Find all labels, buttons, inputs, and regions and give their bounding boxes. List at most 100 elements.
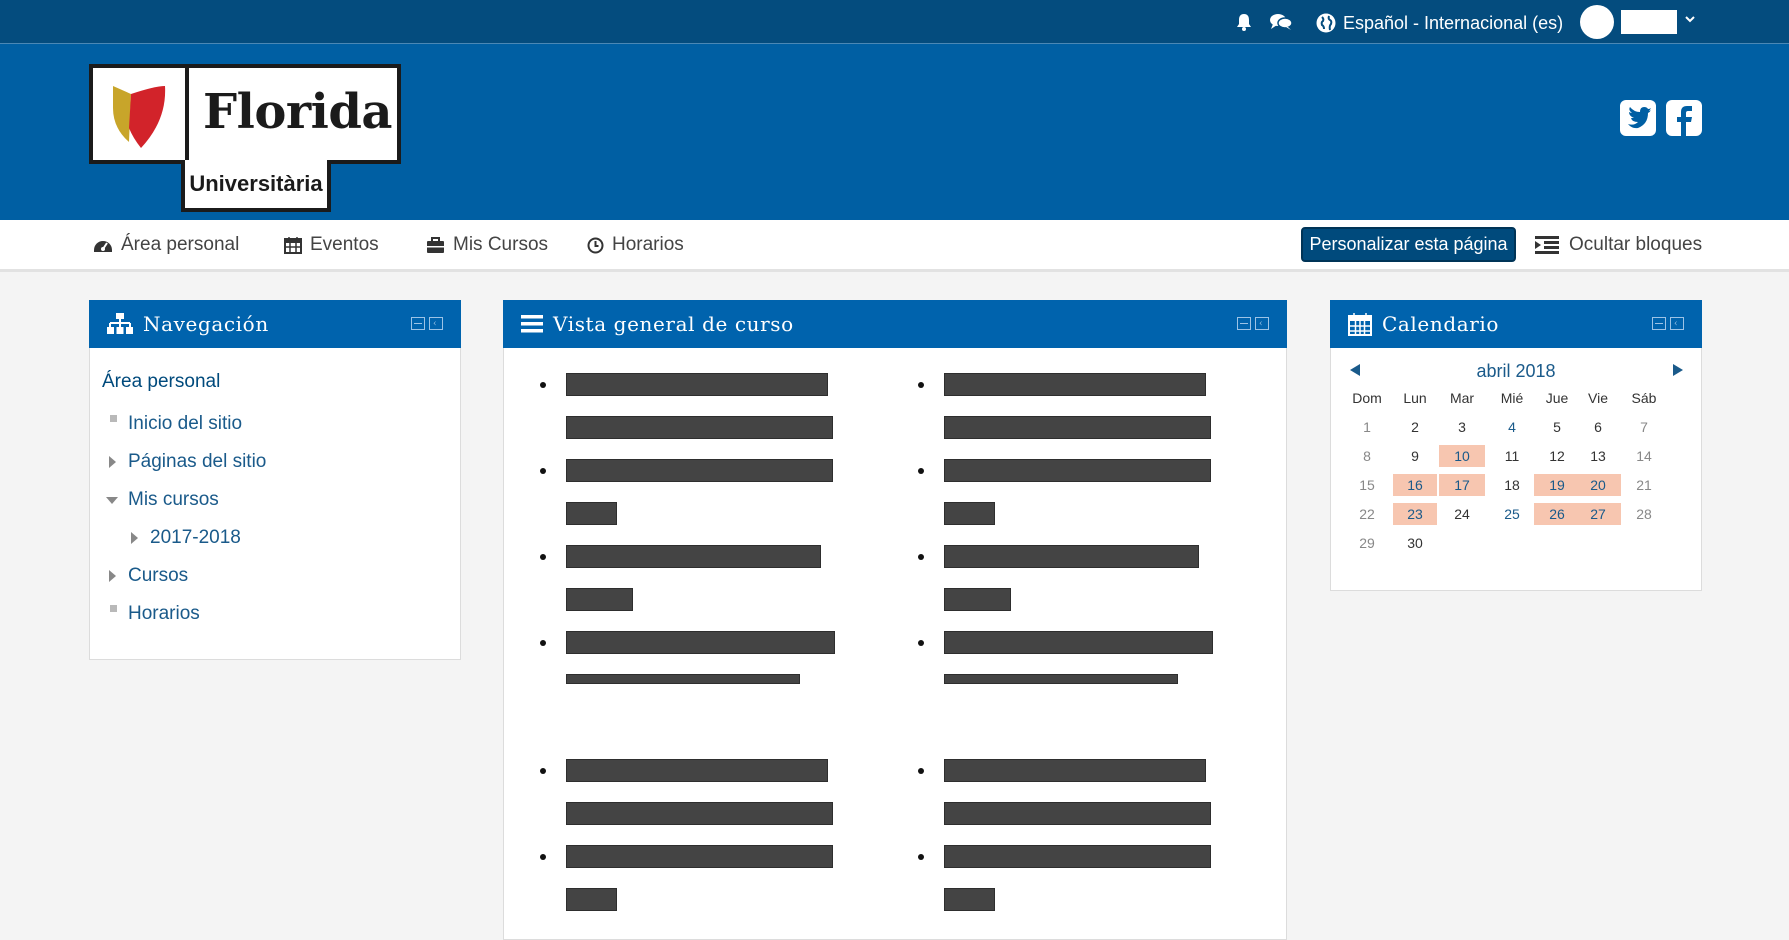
user-name-box[interactable] — [1621, 10, 1677, 34]
site-header: Florida Universitària — [0, 44, 1789, 220]
calendar-weekday: Sáb — [1631, 390, 1657, 406]
course-link-placeholder[interactable] — [566, 459, 833, 482]
tree-item-courses[interactable]: Cursos — [102, 557, 266, 595]
calendar-day[interactable]: 25 — [1489, 503, 1535, 525]
course-link-placeholder[interactable] — [944, 545, 1199, 568]
course-link-placeholder[interactable] — [944, 759, 1206, 782]
course-link-placeholder[interactable] — [944, 674, 1178, 684]
course-link-placeholder[interactable] — [566, 588, 633, 611]
calendar-day: 5 — [1553, 419, 1561, 435]
calendar-day: 6 — [1594, 419, 1602, 435]
course-link-placeholder[interactable] — [944, 631, 1213, 654]
nav-label: Área personal — [121, 234, 240, 255]
calendar-day: 7 — [1640, 419, 1648, 435]
tree-item-2017-2018[interactable]: 2017-2018 — [102, 519, 266, 557]
course-link-placeholder[interactable] — [566, 373, 828, 396]
facebook-button[interactable] — [1666, 100, 1702, 136]
course-link-placeholder[interactable] — [566, 888, 617, 911]
calendar-day: 30 — [1407, 535, 1423, 551]
course-link-placeholder[interactable] — [566, 759, 828, 782]
course-link-placeholder[interactable] — [944, 373, 1206, 396]
course-link-placeholder[interactable] — [566, 631, 835, 654]
collapse-block-icon[interactable] — [1237, 317, 1251, 330]
course-link-placeholder[interactable] — [566, 502, 617, 525]
calendar-day: 15 — [1359, 477, 1375, 493]
calendar-weekday: Dom — [1352, 390, 1382, 406]
calendar-event-day[interactable]: 26 — [1534, 503, 1580, 525]
language-menu[interactable]: Español - Internacional (es) — [1316, 10, 1563, 36]
dock-block-icon[interactable]: ‹ — [429, 317, 443, 330]
tree-item-site-pages[interactable]: Páginas del sitio — [102, 443, 266, 481]
tree-item-label: Horarios — [128, 603, 200, 624]
nav-label: Eventos — [310, 234, 379, 255]
bell-icon[interactable] — [1233, 12, 1255, 32]
calendar-event-day[interactable]: 17 — [1439, 474, 1485, 496]
calendar-block-header: Calendario ‹ — [1330, 300, 1702, 348]
course-link-placeholder[interactable] — [944, 888, 995, 911]
calendar-icon — [1348, 313, 1372, 336]
next-month-icon[interactable] — [1671, 363, 1685, 377]
calendar-event-day[interactable]: 16 — [1393, 474, 1437, 496]
calendar-month-title[interactable]: abril 2018 — [1331, 361, 1701, 382]
course-link-placeholder[interactable] — [944, 845, 1211, 868]
personalize-page-button[interactable]: Personalizar esta página — [1301, 227, 1516, 262]
caret-down-icon — [106, 497, 118, 504]
course-link-placeholder[interactable] — [566, 416, 833, 439]
calendar-icon — [284, 237, 302, 254]
calendar-event-day[interactable]: 23 — [1393, 503, 1437, 525]
calendar-weekday: Mié — [1500, 390, 1524, 406]
tree-item-label: 2017-2018 — [150, 527, 241, 548]
nav-item-my-courses[interactable]: Mis Cursos — [426, 234, 548, 256]
course-link-placeholder[interactable] — [944, 459, 1211, 482]
avatar[interactable] — [1580, 5, 1614, 39]
calendar-day: 11 — [1504, 448, 1520, 464]
course-link-placeholder[interactable] — [566, 674, 800, 684]
calendar-weekday: Jue — [1545, 390, 1569, 406]
calendar-event-day[interactable]: 20 — [1575, 474, 1621, 496]
course-link-placeholder[interactable] — [566, 802, 833, 825]
hide-blocks-button[interactable]: Ocultar bloques — [1535, 234, 1702, 256]
chevron-down-icon[interactable] — [1684, 13, 1696, 25]
collapse-block-icon[interactable] — [1652, 317, 1666, 330]
course-link-placeholder[interactable] — [944, 416, 1211, 439]
logo-subtitle: Universitària — [181, 160, 331, 212]
facebook-icon — [1677, 106, 1692, 136]
dock-block-icon[interactable]: ‹ — [1255, 317, 1269, 330]
course-link-placeholder[interactable] — [566, 845, 833, 868]
calendar-day: 28 — [1636, 506, 1652, 522]
calendar-day[interactable]: 4 — [1489, 416, 1535, 438]
tree-item-my-courses[interactable]: Mis cursos — [102, 481, 266, 519]
list-bullet — [918, 640, 924, 646]
tree-item-schedules[interactable]: Horarios — [102, 595, 266, 633]
twitter-button[interactable] — [1620, 100, 1656, 136]
logo-word: Florida — [203, 84, 393, 140]
dashboard-icon — [94, 241, 112, 252]
nav-item-schedules[interactable]: Horarios — [587, 234, 684, 256]
calendar-day: 22 — [1359, 506, 1375, 522]
nav-item-events[interactable]: Eventos — [284, 234, 379, 256]
calendar-event-day[interactable]: 10 — [1439, 445, 1485, 467]
collapse-block-icon[interactable] — [411, 317, 425, 330]
calendar-weekday: Mar — [1449, 390, 1475, 406]
tree-item-site-home[interactable]: Inicio del sitio — [102, 405, 266, 443]
course-link-placeholder[interactable] — [944, 588, 1011, 611]
course-link-placeholder[interactable] — [944, 502, 995, 525]
twitter-icon — [1628, 107, 1651, 129]
nav-label: Horarios — [612, 234, 684, 255]
nav-item-dashboard[interactable]: Área personal — [93, 234, 239, 256]
messages-icon[interactable] — [1269, 12, 1293, 32]
block-controls: ‹ — [1652, 317, 1684, 330]
course-link-placeholder[interactable] — [566, 545, 821, 568]
course-link-placeholder[interactable] — [944, 802, 1211, 825]
calendar-weekday: Vie — [1588, 390, 1608, 406]
tree-root-dashboard[interactable]: Área personal — [102, 371, 266, 393]
block-controls: ‹ — [411, 317, 443, 330]
dock-block-icon[interactable]: ‹ — [1670, 317, 1684, 330]
caret-right-icon — [109, 456, 116, 468]
calendar-event-day[interactable]: 19 — [1534, 474, 1580, 496]
calendar-event-day[interactable]: 27 — [1575, 503, 1621, 525]
shield-icon — [113, 86, 166, 148]
site-logo[interactable]: Florida Universitària — [89, 64, 401, 214]
indent-icon — [1535, 236, 1559, 254]
list-bullet — [918, 854, 924, 860]
